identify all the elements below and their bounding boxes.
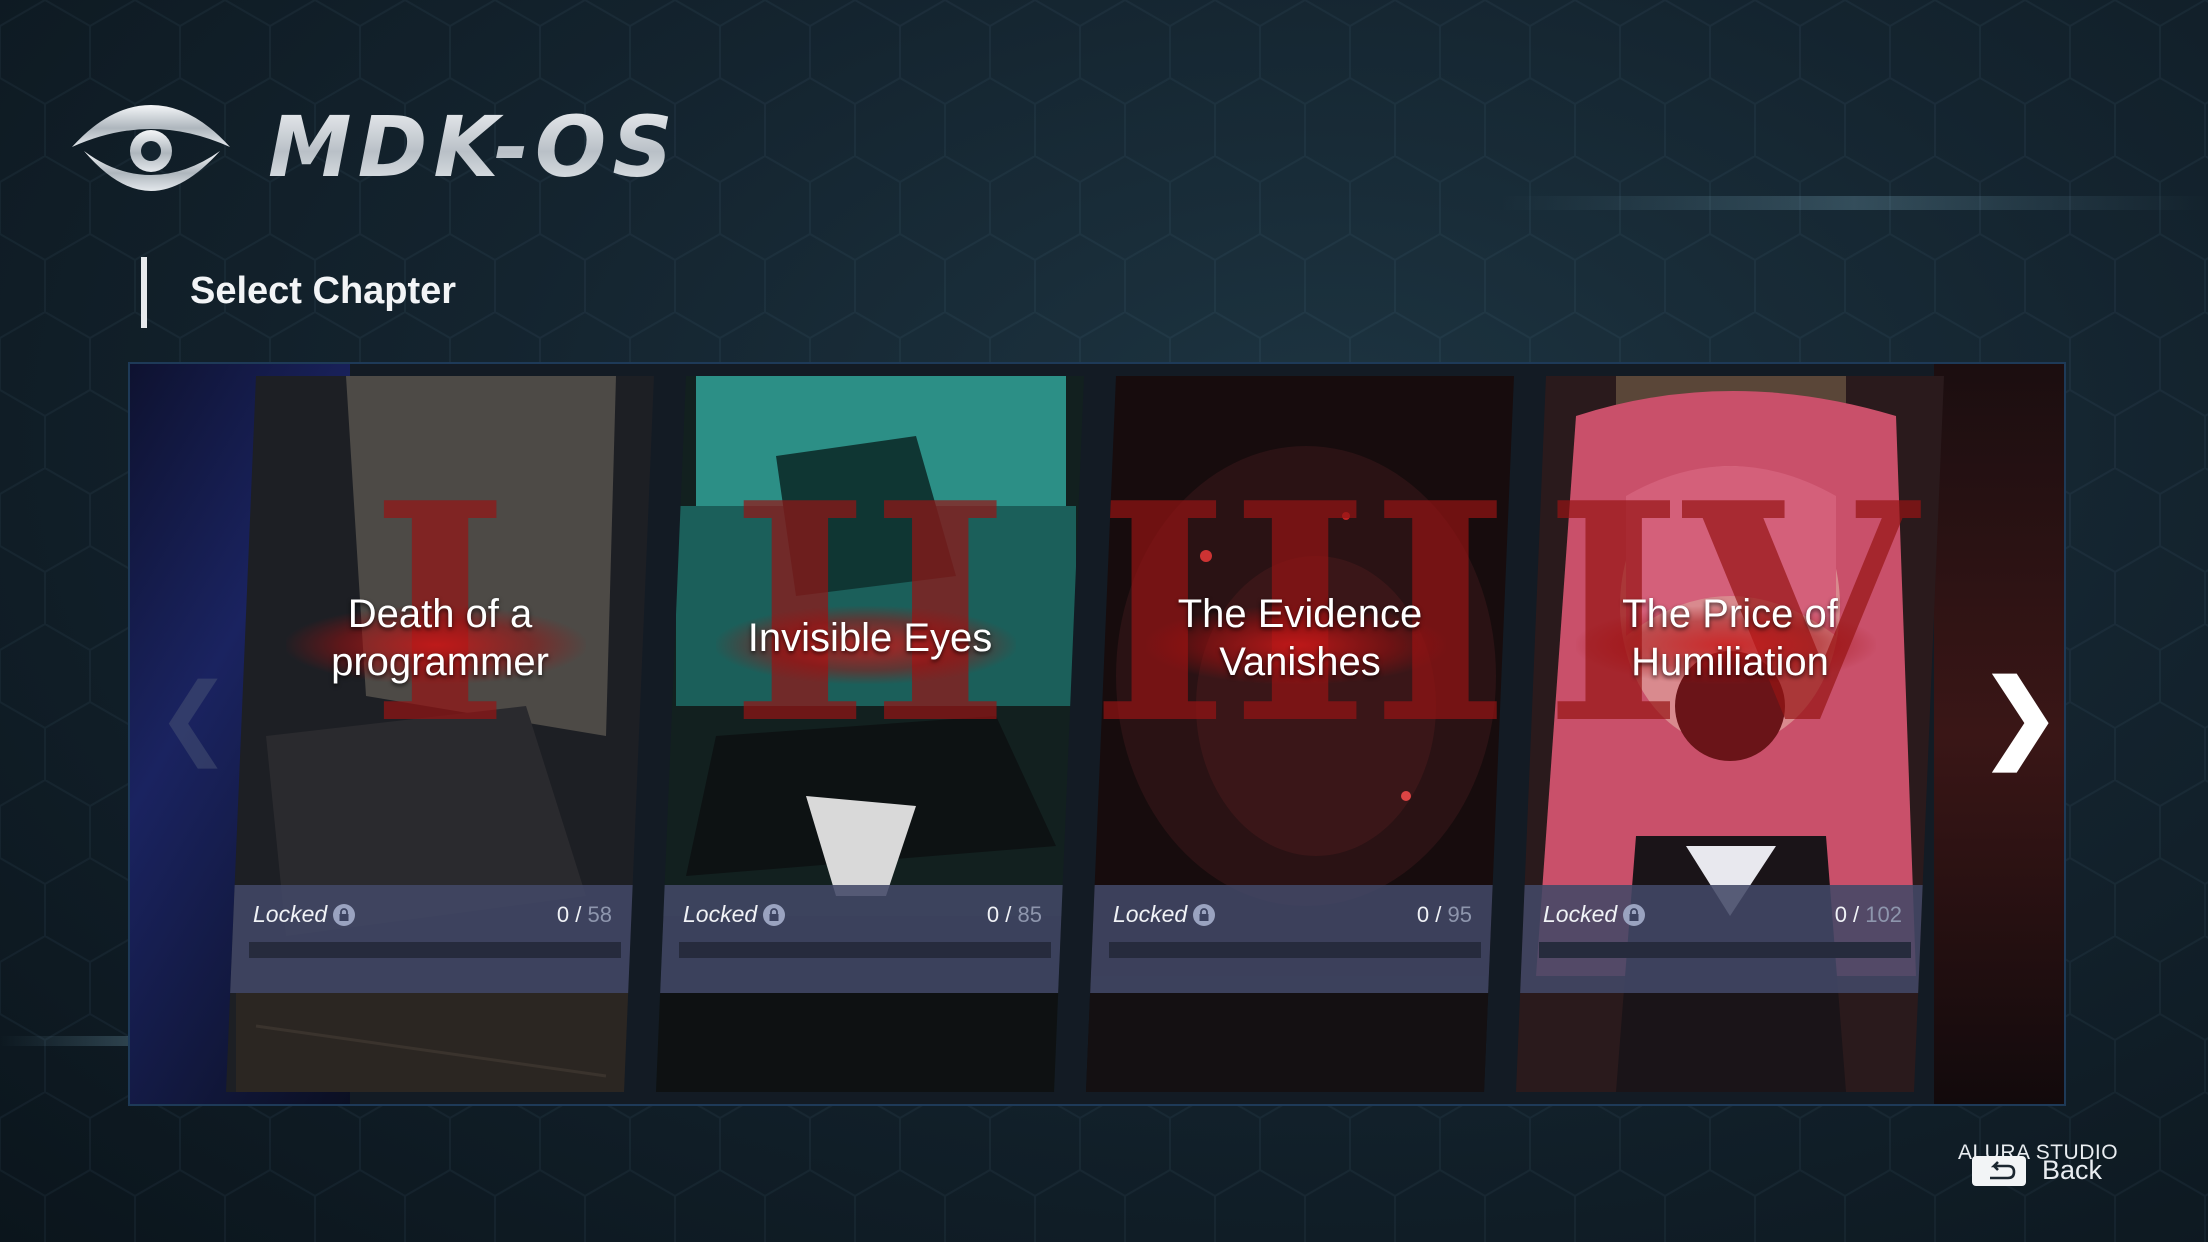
chapter-progress-count: 0 / 85 bbox=[986, 902, 1042, 927]
locked-status: Locked bbox=[1113, 901, 1216, 928]
chapter-status-panel: Locked 0 / 85 bbox=[656, 885, 1076, 993]
lock-icon bbox=[1193, 903, 1216, 926]
chapter-status-panel: Locked 0 / 95 bbox=[1086, 885, 1506, 993]
locked-status: Locked bbox=[1543, 901, 1646, 928]
section-title-accent bbox=[141, 257, 147, 328]
locked-status: Locked bbox=[683, 901, 786, 928]
chapter-title: Death of a programmer bbox=[331, 592, 549, 684]
locked-status: Locked bbox=[253, 901, 356, 928]
chapter-progress-bar bbox=[1539, 942, 1911, 958]
previous-arrow-icon[interactable]: ❮ bbox=[156, 664, 231, 769]
chapter-progress-count: 0 / 95 bbox=[1416, 902, 1472, 927]
chapter-title: The Price of Humiliation bbox=[1622, 592, 1838, 684]
next-arrow-icon[interactable]: ❯ bbox=[1980, 659, 2060, 771]
back-button[interactable]: Back bbox=[1972, 1155, 2102, 1186]
locked-label: Locked bbox=[253, 901, 328, 927]
chapter-card-1[interactable]: I Death of a programmer Locked 0 / 58 bbox=[226, 376, 654, 1092]
chapter-card-3[interactable]: III The Evidence Vanishes Locked 0 / 95 bbox=[1086, 376, 1514, 1092]
eye-icon bbox=[72, 105, 230, 191]
locked-label: Locked bbox=[683, 901, 758, 927]
chapter-progress-bar bbox=[679, 942, 1051, 958]
chapter-progress-count: 0 / 58 bbox=[556, 902, 612, 927]
chapter-card-4[interactable]: IV The Price of Humiliation Locked 0 / 1… bbox=[1516, 376, 1944, 1092]
app-logo-text: MDK-OS bbox=[268, 98, 679, 196]
lock-icon bbox=[1623, 903, 1646, 926]
return-arrow-icon bbox=[1972, 1155, 2026, 1186]
chapter-title: The Evidence Vanishes bbox=[1177, 592, 1423, 684]
chapter-progress-bar bbox=[249, 942, 621, 958]
locked-label: Locked bbox=[1113, 901, 1188, 927]
chapter-card-2[interactable]: II Invisible Eyes Locked 0 / 85 bbox=[656, 376, 1084, 1092]
locked-label: Locked bbox=[1543, 901, 1618, 927]
page-title: Select Chapter bbox=[190, 270, 457, 312]
chapter-progress-bar bbox=[1109, 942, 1481, 958]
lock-icon bbox=[763, 903, 786, 926]
chapter-status-panel: Locked 0 / 58 bbox=[226, 885, 646, 993]
back-label: Back bbox=[2042, 1155, 2103, 1185]
chapter-status-panel: Locked 0 / 102 bbox=[1516, 885, 1936, 993]
chapter-carousel: ❮ I Death of a programmer Locked 0 / 58 bbox=[128, 362, 2066, 1106]
chapter-progress-count: 0 / 102 bbox=[1834, 902, 1902, 927]
app-logo: MDK-OS bbox=[70, 98, 679, 196]
lock-icon bbox=[333, 903, 356, 926]
chapter-title: Invisible Eyes bbox=[747, 616, 993, 660]
